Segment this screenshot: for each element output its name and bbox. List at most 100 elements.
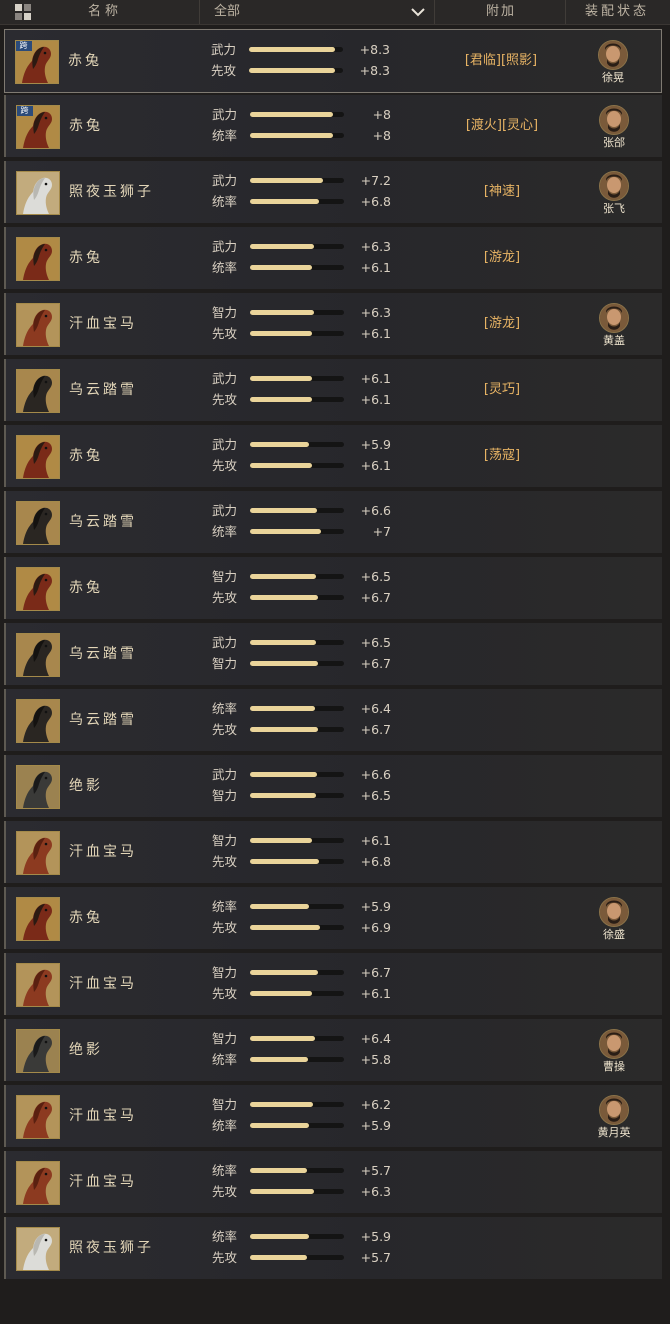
stat-value: +5.9 xyxy=(360,437,391,452)
stat-bar-fill xyxy=(250,265,312,270)
horse-name: 照夜玉狮子 xyxy=(69,1240,154,1256)
horse-name: 汗血宝马 xyxy=(69,316,137,332)
horse-row[interactable]: 绝影 武力 +6.6 智力 +6.5 xyxy=(4,755,662,817)
horse-row[interactable]: 乌云踏雪 武力 +6.1 先攻 +6.1 [灵巧] xyxy=(4,359,662,421)
equip-status[interactable]: 黄月英 xyxy=(588,1095,640,1140)
stat-label: 统率 xyxy=(212,1118,238,1133)
stat-line: 武力 +6.6 xyxy=(212,765,397,785)
stat-bar-fill xyxy=(249,47,335,52)
stat-line: 先攻 +6.1 xyxy=(212,984,397,1004)
horse-row[interactable]: 赤兔 武力 +5.9 先攻 +6.1 [荡寇] xyxy=(4,425,662,487)
stat-bar-track xyxy=(250,133,344,138)
equip-status[interactable]: 张飞 xyxy=(588,171,640,216)
general-avatar-icon[interactable] xyxy=(599,1029,629,1059)
horse-row[interactable]: 绝影 智力 +6.4 统率 +5.8 曹操 xyxy=(4,1019,662,1081)
horse-row[interactable]: 乌云踏雪 武力 +6.5 智力 +6.7 xyxy=(4,623,662,685)
general-avatar-icon[interactable] xyxy=(599,1095,629,1125)
horse-row[interactable]: 照夜玉狮子 统率 +5.9 先攻 +5.7 xyxy=(4,1217,662,1279)
horse-row[interactable]: 乌云踏雪 统率 +6.4 先攻 +6.7 xyxy=(4,689,662,751)
horse-row[interactable]: 赤兔 统率 +5.9 先攻 +6.9 徐盛 xyxy=(4,887,662,949)
stat-bar-fill xyxy=(250,640,316,645)
equip-status[interactable]: 曹操 xyxy=(588,1029,640,1074)
stat-label: 先攻 xyxy=(212,722,238,737)
horse-row[interactable]: 赤兔 武力 +6.3 统率 +6.1 [游龙] xyxy=(4,227,662,289)
stat-bar-track xyxy=(250,1189,344,1194)
stat-value: +6.1 xyxy=(360,458,391,473)
stat-label: 智力 xyxy=(212,305,238,320)
stat-bar-track xyxy=(250,1102,344,1107)
stat-bar-track xyxy=(250,727,344,732)
stat-line: 先攻 +6.7 xyxy=(212,588,397,608)
stat-line: 智力 +6.4 xyxy=(212,1029,397,1049)
general-avatar-icon[interactable] xyxy=(599,105,629,135)
horse-name: 乌云踏雪 xyxy=(69,514,137,530)
stat-value: +6.4 xyxy=(360,701,391,716)
red-horse-icon xyxy=(16,435,60,479)
stat-bar-fill xyxy=(250,1123,309,1128)
equip-status[interactable]: 徐晃 xyxy=(587,40,639,85)
general-avatar-icon[interactable] xyxy=(599,897,629,927)
stat-label: 先攻 xyxy=(212,1184,238,1199)
stat-line: 武力 +7.2 xyxy=(212,171,397,191)
equip-status[interactable]: 张郃 xyxy=(588,105,640,150)
chevron-down-icon[interactable] xyxy=(410,0,426,24)
header-divider xyxy=(565,0,566,24)
general-avatar-icon[interactable] xyxy=(598,40,628,70)
dark-horse-icon xyxy=(16,765,60,809)
stat-label: 统率 xyxy=(212,194,238,209)
stat-bar-fill xyxy=(250,1102,313,1107)
stat-bar-track xyxy=(250,1036,344,1041)
stat-value: +6.7 xyxy=(360,965,391,980)
column-status-header[interactable]: 装配状态 xyxy=(585,0,649,24)
extra-traits: [荡寇] xyxy=(483,448,521,463)
column-extra-header[interactable]: 附加 xyxy=(486,0,516,24)
horse-row[interactable]: 赤兔 智力 +6.5 先攻 +6.7 xyxy=(4,557,662,619)
stat-bar-track xyxy=(250,376,344,381)
red-horse-icon xyxy=(16,897,60,941)
stat-line: 先攻 +6.9 xyxy=(212,918,397,938)
horse-row[interactable]: 跨 赤兔 武力 +8.3 先攻 +8.3 [君临][照影] 徐晃 xyxy=(4,29,662,93)
stat-bar-fill xyxy=(250,970,318,975)
equip-status[interactable]: 黄盖 xyxy=(588,303,640,348)
stat-value: +6.1 xyxy=(360,833,391,848)
extra-traits: [灵巧] xyxy=(483,382,521,397)
horse-row[interactable]: 汗血宝马 智力 +6.3 先攻 +6.1 [游龙] 黄盖 xyxy=(4,293,662,355)
stat-value: +5.9 xyxy=(360,1118,391,1133)
red-horse-icon xyxy=(16,567,60,611)
equipped-general-name: 徐盛 xyxy=(603,928,625,941)
stat-bar-fill xyxy=(250,331,312,336)
list-header: 名称 全部 附加 装配状态 xyxy=(0,0,670,25)
stat-bar-track xyxy=(250,595,344,600)
column-name-header[interactable]: 名称 xyxy=(88,0,122,24)
general-avatar-icon[interactable] xyxy=(599,171,629,201)
horse-name: 绝影 xyxy=(69,1042,103,1058)
general-avatar-icon[interactable] xyxy=(599,303,629,333)
stat-label: 智力 xyxy=(212,833,238,848)
stat-label: 统率 xyxy=(212,899,238,914)
horse-row[interactable]: 汗血宝马 统率 +5.7 先攻 +6.3 xyxy=(4,1151,662,1213)
filter-dropdown-value[interactable]: 全部 xyxy=(214,0,240,24)
horse-name: 汗血宝马 xyxy=(69,844,137,860)
horse-row[interactable]: 照夜玉狮子 武力 +7.2 统率 +6.8 [神速] 张飞 xyxy=(4,161,662,223)
horse-row[interactable]: 乌云踏雪 武力 +6.6 统率 +7 xyxy=(4,491,662,553)
horse-row[interactable]: 汗血宝马 智力 +6.2 统率 +5.9 黄月英 xyxy=(4,1085,662,1147)
stat-line: 武力 +6.1 xyxy=(212,369,397,389)
equip-status[interactable]: 徐盛 xyxy=(588,897,640,942)
stat-value: +8 xyxy=(372,107,391,122)
extra-traits: [神速] xyxy=(483,184,521,199)
horse-row[interactable]: 汗血宝马 智力 +6.7 先攻 +6.1 xyxy=(4,953,662,1015)
stat-bar-track xyxy=(250,838,344,843)
horse-row[interactable]: 跨 赤兔 武力 +8 统率 +8 [渡火][灵心] 张郃 xyxy=(4,95,662,157)
grid-layout-icon[interactable] xyxy=(15,4,31,20)
stat-bar-track xyxy=(250,640,344,645)
stat-bar-track xyxy=(250,199,344,204)
stat-bar-fill xyxy=(250,574,316,579)
stat-bar-fill xyxy=(250,376,312,381)
header-divider xyxy=(199,0,200,24)
stat-line: 先攻 +6.7 xyxy=(212,720,397,740)
stat-value: +6.1 xyxy=(360,371,391,386)
stat-label: 武力 xyxy=(212,767,238,782)
cross-server-badge: 跨 xyxy=(17,106,33,116)
horse-row[interactable]: 汗血宝马 智力 +6.1 先攻 +6.8 xyxy=(4,821,662,883)
stat-line: 武力 +8.3 xyxy=(211,40,396,60)
